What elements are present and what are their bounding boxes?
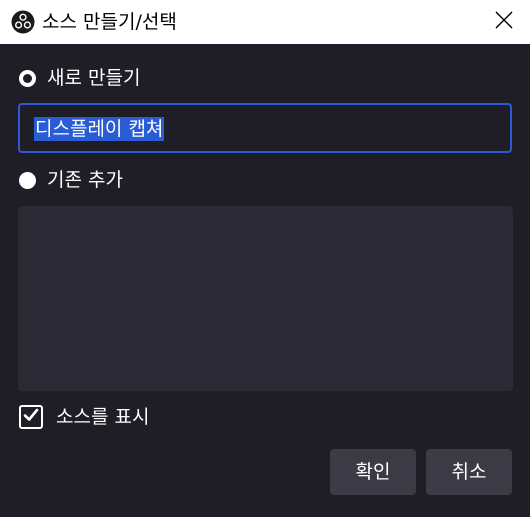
window-title: 소스 만들기/선택 [42, 11, 177, 33]
radio-indicator-unchecked [19, 171, 36, 189]
create-select-source-dialog: 소스 만들기/선택 새로 만들기 디스플레이 캡쳐 기존 추가 소스를 표시 확… [0, 0, 530, 517]
close-icon [495, 11, 513, 33]
obs-logo-icon [11, 10, 35, 34]
close-button[interactable] [478, 0, 530, 44]
create-new-radio[interactable]: 새로 만들기 [19, 66, 140, 90]
visible-source-checkbox[interactable]: 소스를 표시 [19, 405, 149, 429]
add-existing-radio[interactable]: 기존 추가 [19, 168, 123, 192]
checkmark-icon [23, 407, 39, 427]
cancel-button[interactable]: 취소 [426, 449, 512, 495]
title-bar: 소스 만들기/선택 [0, 0, 530, 44]
create-new-label: 새로 만들기 [47, 67, 141, 89]
checkbox-box [19, 405, 43, 429]
ok-button[interactable]: 확인 [330, 449, 416, 495]
radio-indicator-checked [19, 69, 36, 87]
source-name-input[interactable]: 디스플레이 캡쳐 [18, 103, 512, 153]
visible-source-label: 소스를 표시 [56, 406, 150, 428]
add-existing-label: 기존 추가 [47, 169, 123, 191]
source-name-value[interactable]: 디스플레이 캡쳐 [34, 117, 165, 141]
existing-sources-list[interactable] [18, 206, 513, 391]
